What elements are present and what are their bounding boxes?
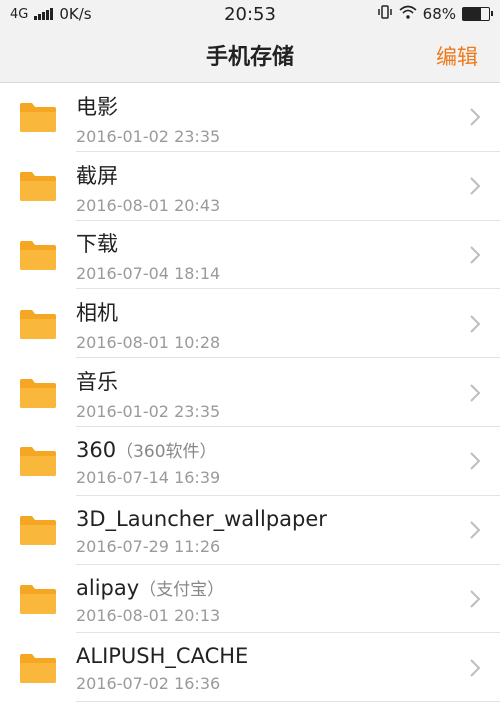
folder-texts: 下载 2016-07-04 18:14 (76, 226, 450, 283)
folder-title: 音乐 (76, 370, 118, 395)
folder-icon (0, 239, 76, 271)
folder-row[interactable]: alipay（支付宝） 2016-08-01 20:13 (0, 565, 500, 634)
folder-title: ALIPUSH_CACHE (76, 644, 249, 669)
folder-row[interactable]: ALIPUSH_CACHE 2016-07-02 16:36 (0, 633, 500, 702)
chevron-right-icon (450, 245, 500, 265)
folder-texts: ALIPUSH_CACHE 2016-07-02 16:36 (76, 642, 450, 693)
chevron-right-icon (450, 658, 500, 678)
folder-row[interactable]: 截屏 2016-08-01 20:43 (0, 152, 500, 221)
folder-date: 2016-07-04 18:14 (76, 264, 221, 284)
status-bar: 4G 0K/s 68% (0, 0, 500, 28)
status-right: 68% (377, 4, 493, 24)
chevron-right-icon (450, 451, 500, 471)
folder-row[interactable]: 相机 2016-08-01 10:28 (0, 289, 500, 358)
status-left: 4G 0K/s (10, 5, 92, 23)
folder-title: 3D_Launcher_wallpaper (76, 506, 327, 531)
folder-texts: 3D_Launcher_wallpaper 2016-07-29 11:26 (76, 505, 450, 556)
chevron-right-icon (450, 589, 500, 609)
folder-note: （360软件） (116, 442, 217, 463)
folder-name: ALIPUSH_CACHE (76, 644, 450, 668)
page-title: 手机存储 (205, 45, 294, 70)
folder-row[interactable]: 下载 2016-07-04 18:14 (0, 221, 500, 290)
folder-name: alipay（支付宝） (76, 575, 450, 600)
folder-title: 截屏 (76, 163, 118, 188)
network-speed: 0K/s (59, 5, 92, 23)
folder-row[interactable]: 3D_Launcher_wallpaper 2016-07-29 11:26 (0, 496, 500, 565)
wifi-icon (399, 5, 417, 23)
folder-title: 360 (76, 438, 117, 463)
chevron-right-icon (450, 107, 500, 127)
folder-date: 2016-01-02 23:35 (76, 402, 221, 422)
chevron-right-icon (450, 520, 500, 540)
folder-date: 2016-07-29 11:26 (76, 536, 221, 556)
folder-note: （支付宝） (139, 579, 225, 600)
folder-texts: 相机 2016-08-01 10:28 (76, 295, 450, 352)
chevron-right-icon (450, 314, 500, 334)
folder-name: 3D_Launcher_wallpaper (76, 507, 450, 531)
vibrate-icon (377, 4, 393, 24)
chevron-right-icon (450, 176, 500, 196)
folder-list: 电影 2016-01-02 23:35 截屏 2016-08-01 20:43 (0, 83, 500, 702)
folder-name: 截屏 (76, 160, 450, 190)
folder-date: 2016-08-01 20:43 (76, 195, 221, 215)
folder-name: 相机 (76, 297, 450, 327)
folder-texts: 电影 2016-01-02 23:35 (76, 89, 450, 146)
folder-icon (0, 377, 76, 409)
folder-title: alipay (76, 575, 140, 600)
folder-date: 2016-07-14 16:39 (76, 468, 221, 488)
folder-texts: 截屏 2016-08-01 20:43 (76, 158, 450, 215)
folder-icon (0, 652, 76, 684)
folder-icon (0, 170, 76, 202)
edit-button[interactable]: 编辑 (436, 41, 478, 71)
folder-name: 音乐 (76, 366, 450, 396)
folder-date: 2016-08-01 20:13 (76, 605, 221, 625)
folder-row[interactable]: 音乐 2016-01-02 23:35 (0, 358, 500, 427)
folder-texts: 音乐 2016-01-02 23:35 (76, 364, 450, 421)
folder-title: 相机 (76, 301, 118, 326)
folder-icon (0, 308, 76, 340)
folder-icon (0, 583, 76, 615)
folder-name: 下载 (76, 228, 450, 258)
folder-texts: 360（360软件） 2016-07-14 16:39 (76, 435, 450, 487)
battery-percent: 68% (422, 5, 456, 23)
folder-row[interactable]: 360（360软件） 2016-07-14 16:39 (0, 427, 500, 496)
folder-icon (0, 514, 76, 546)
battery-icon (462, 7, 493, 21)
folder-date: 2016-08-01 10:28 (76, 333, 221, 353)
folder-title: 电影 (76, 94, 118, 119)
folder-icon (0, 101, 76, 133)
folder-row[interactable]: 电影 2016-01-02 23:35 (0, 83, 500, 152)
title-bar: 手机存储 编辑 (0, 28, 500, 83)
folder-texts: alipay（支付宝） 2016-08-01 20:13 (76, 573, 450, 625)
folder-icon (0, 445, 76, 477)
folder-name: 360（360软件） (76, 437, 450, 462)
folder-date: 2016-07-02 16:36 (76, 674, 221, 694)
folder-date: 2016-01-02 23:35 (76, 126, 221, 146)
folder-title: 下载 (76, 232, 118, 257)
network-type: 4G (10, 6, 29, 22)
chevron-right-icon (450, 383, 500, 403)
signal-icon (34, 8, 54, 20)
folder-name: 电影 (76, 91, 450, 121)
